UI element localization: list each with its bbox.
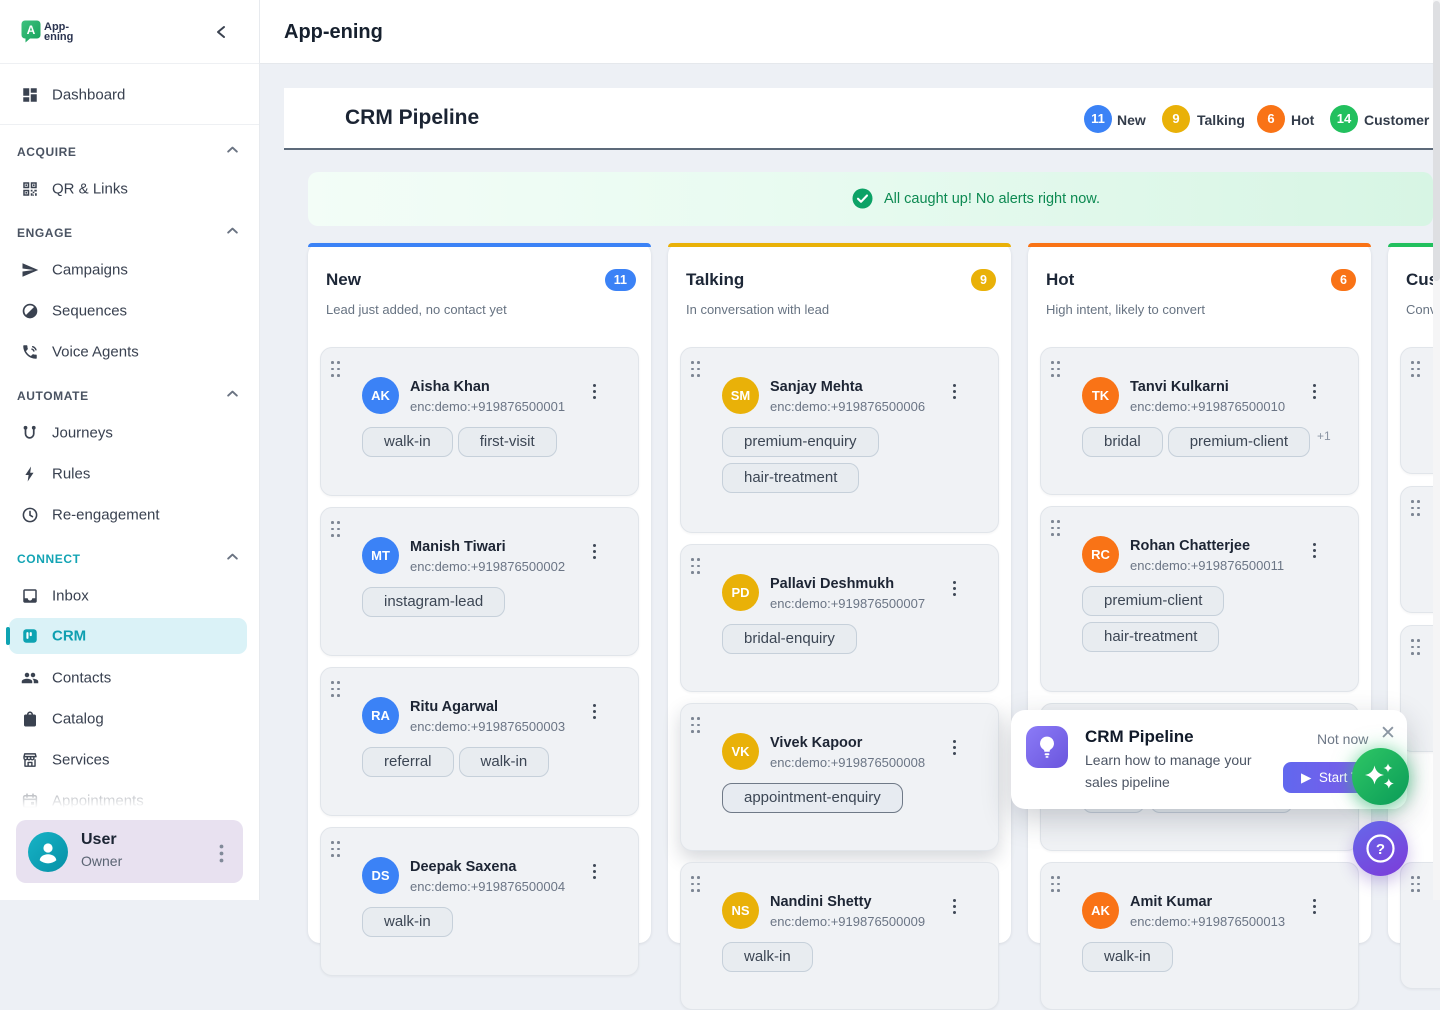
svg-text:A: A (27, 23, 36, 37)
svg-text:?: ? (1376, 841, 1385, 858)
